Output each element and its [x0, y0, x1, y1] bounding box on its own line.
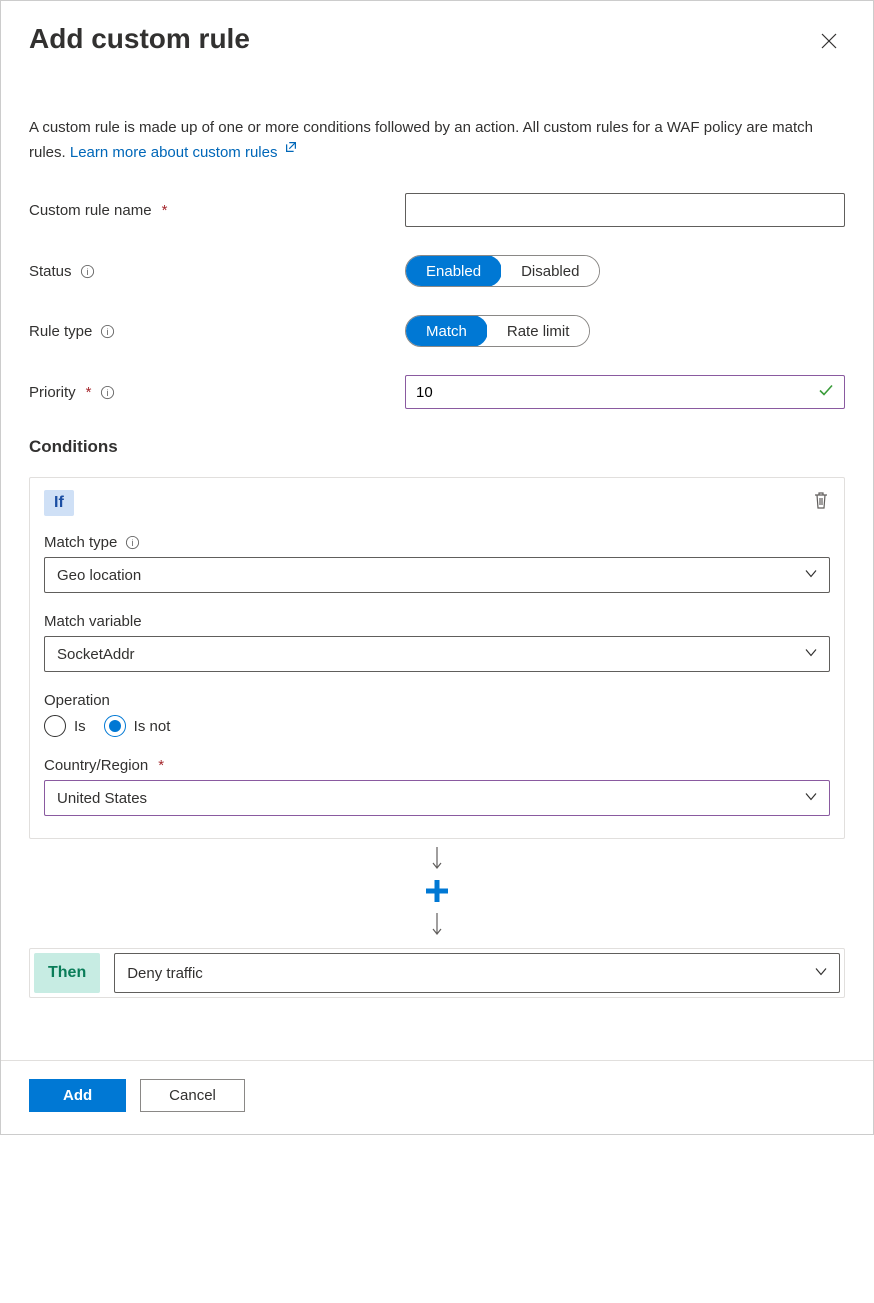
match-type-value: Geo location: [57, 567, 141, 584]
arrow-down-icon: [430, 845, 444, 874]
cancel-button[interactable]: Cancel: [140, 1079, 245, 1112]
required-mark: *: [158, 757, 164, 774]
operation-isnot-option[interactable]: Is not: [104, 715, 171, 737]
rule-type-match-option[interactable]: Match: [405, 315, 488, 347]
svg-text:i: i: [106, 388, 108, 398]
status-label: Status: [29, 263, 72, 280]
operation-radio-group: Is Is not: [44, 715, 830, 737]
country-select[interactable]: United States: [44, 780, 830, 816]
add-button[interactable]: Add: [29, 1079, 126, 1112]
add-condition-button[interactable]: [424, 878, 450, 907]
match-variable-select[interactable]: SocketAddr: [44, 636, 830, 672]
footer: Add Cancel: [1, 1060, 873, 1134]
row-priority: Priority * i: [29, 375, 845, 409]
page-title: Add custom rule: [29, 23, 250, 55]
operation-label: Operation: [44, 692, 110, 709]
trash-icon: [812, 490, 830, 510]
required-mark: *: [86, 384, 92, 401]
svg-text:i: i: [132, 538, 134, 548]
info-icon[interactable]: i: [125, 535, 140, 550]
then-tag: Then: [34, 953, 100, 993]
status-enabled-option[interactable]: Enabled: [405, 255, 502, 287]
action-value: Deny traffic: [127, 965, 203, 982]
operation-is-label: Is: [74, 718, 86, 735]
country-label: Country/Region: [44, 757, 148, 774]
flow-connector: [29, 845, 845, 940]
radio-icon: [104, 715, 126, 737]
rule-name-label: Custom rule name: [29, 202, 152, 219]
info-icon[interactable]: i: [80, 264, 95, 279]
rule-type-toggle: Match Rate limit: [405, 315, 590, 347]
plus-icon: [424, 878, 450, 904]
intro-text: A custom rule is made up of one or more …: [29, 117, 845, 163]
delete-condition-button[interactable]: [812, 490, 830, 513]
rule-name-input[interactable]: [405, 193, 845, 227]
action-select[interactable]: Deny traffic: [114, 953, 840, 993]
learn-more-label: Learn more about custom rules: [70, 144, 278, 161]
match-variable-value: SocketAddr: [57, 646, 135, 663]
condition-card: If Match type i Geo location Match varia…: [29, 477, 845, 839]
operation-isnot-label: Is not: [134, 718, 171, 735]
svg-text:i: i: [107, 327, 109, 337]
external-link-icon: [284, 139, 298, 161]
if-tag: If: [44, 490, 74, 516]
status-disabled-option[interactable]: Disabled: [501, 256, 599, 286]
radio-icon: [44, 715, 66, 737]
svg-text:i: i: [86, 267, 88, 277]
priority-input[interactable]: [405, 375, 845, 409]
country-value: United States: [57, 790, 147, 807]
info-icon[interactable]: i: [100, 385, 115, 400]
required-mark: *: [162, 202, 168, 219]
status-toggle: Enabled Disabled: [405, 255, 600, 287]
match-type-select[interactable]: Geo location: [44, 557, 830, 593]
match-variable-label: Match variable: [44, 613, 142, 630]
info-icon[interactable]: i: [100, 324, 115, 339]
panel-header: Add custom rule: [29, 21, 845, 57]
rule-type-ratelimit-option[interactable]: Rate limit: [487, 316, 590, 346]
close-icon: [821, 33, 837, 49]
match-type-label: Match type: [44, 534, 117, 551]
close-button[interactable]: [813, 25, 845, 57]
rule-type-label: Rule type: [29, 323, 92, 340]
check-icon: [817, 382, 835, 403]
operation-is-option[interactable]: Is: [44, 715, 86, 737]
conditions-heading: Conditions: [29, 437, 845, 457]
row-rule-type: Rule type i Match Rate limit: [29, 315, 845, 347]
priority-label: Priority: [29, 384, 76, 401]
then-row: Then Deny traffic: [29, 948, 845, 998]
row-status: Status i Enabled Disabled: [29, 255, 845, 287]
row-rule-name: Custom rule name *: [29, 193, 845, 227]
learn-more-link[interactable]: Learn more about custom rules: [70, 144, 298, 161]
arrow-down-icon: [430, 911, 444, 940]
